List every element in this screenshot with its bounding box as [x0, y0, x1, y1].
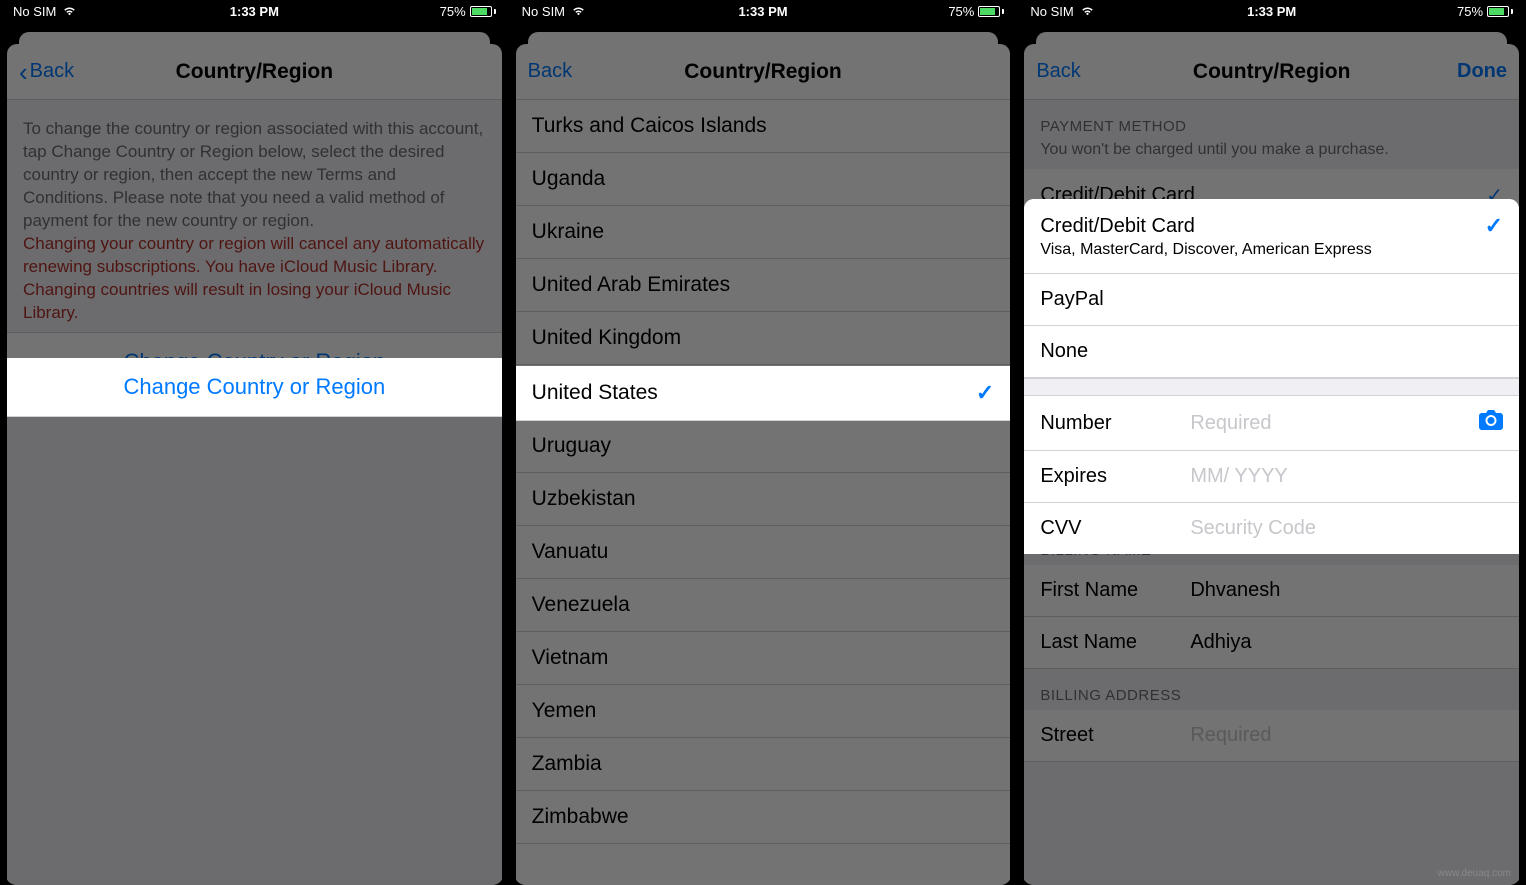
country-name: Uganda	[532, 167, 606, 191]
card-number-field-highlight[interactable]: Number Required	[1024, 396, 1519, 451]
nav-bar: ‹ Back Country/Region	[7, 44, 502, 100]
checkmark-icon: ✓	[976, 380, 994, 406]
payment-note: You won't be charged until you make a pu…	[1024, 141, 1519, 169]
country-list[interactable]: Turks and Caicos Islands Uganda Ukraine Uni…	[516, 100, 1011, 885]
country-row[interactable]: Venezuela	[516, 579, 1011, 632]
first-name-field[interactable]: First Name Dhvanesh	[1024, 565, 1519, 617]
country-name: United Kingdom	[532, 326, 681, 350]
status-time: 1:33 PM	[1022, 4, 1521, 19]
field-placeholder: MM/ YYYY	[1190, 465, 1287, 488]
status-time: 1:33 PM	[514, 4, 1013, 19]
country-row[interactable]: Vanuatu	[516, 526, 1011, 579]
last-name-field[interactable]: Last Name Adhiya	[1024, 617, 1519, 669]
change-country-button-highlight[interactable]: Change Country or Region	[7, 358, 502, 417]
option-label: None	[1040, 340, 1088, 363]
country-row[interactable]: Uganda	[516, 153, 1011, 206]
card-stack-stub	[1036, 32, 1507, 44]
status-bar: No SIM 1:33 PM 75%	[5, 0, 504, 22]
country-name: Vietnam	[532, 646, 609, 670]
country-name: Uruguay	[532, 434, 611, 458]
country-row[interactable]: United Arab Emirates	[516, 259, 1011, 312]
field-label: Number	[1040, 412, 1190, 435]
field-placeholder: Security Code	[1190, 517, 1316, 540]
option-label: Credit/Debit Card	[1040, 215, 1195, 238]
country-row[interactable]: Turks and Caicos Islands	[516, 100, 1011, 153]
country-row[interactable]: United Kingdom	[516, 312, 1011, 365]
country-row[interactable]: Uzbekistan	[516, 473, 1011, 526]
page-title: Country/Region	[7, 60, 502, 84]
card-cvv-field-highlight[interactable]: CVV Security Code	[1024, 503, 1519, 554]
field-value: Dhvanesh	[1190, 579, 1280, 602]
payment-option-credit-highlight[interactable]: Credit/Debit Card ✓ Visa, MasterCard, Di…	[1024, 199, 1519, 274]
payment-method-header: PAYMENT METHOD	[1024, 100, 1519, 141]
country-name: Vanuatu	[532, 540, 609, 564]
country-name: Turks and Caicos Islands	[532, 114, 767, 138]
country-name: Yemen	[532, 699, 597, 723]
country-row[interactable]: Zimbabwe	[516, 791, 1011, 844]
country-name: United States	[532, 381, 658, 405]
billing-address-header: BILLING ADDRESS	[1024, 669, 1519, 710]
explain-body: To change the country or region associat…	[23, 119, 483, 230]
field-label: Street	[1040, 724, 1190, 747]
nav-bar: Back Country/Region Done	[1024, 44, 1519, 100]
option-label: PayPal	[1040, 288, 1103, 311]
country-row[interactable]: Ukraine	[516, 206, 1011, 259]
nav-bar: Back Country/Region	[516, 44, 1011, 100]
country-name: Uzbekistan	[532, 487, 636, 511]
phone-screen-1: No SIM 1:33 PM 75% ‹ Back Country/Region…	[5, 0, 504, 885]
country-name: United Arab Emirates	[532, 273, 730, 297]
field-placeholder: Required	[1190, 412, 1271, 435]
country-name: Zambia	[532, 752, 602, 776]
country-row[interactable]: Zambia	[516, 738, 1011, 791]
payment-option-none-highlight[interactable]: None	[1024, 326, 1519, 378]
street-field[interactable]: Street Required	[1024, 710, 1519, 762]
card-stack-stub	[528, 32, 999, 44]
page-title: Country/Region	[516, 60, 1011, 84]
card-expires-field-highlight[interactable]: Expires MM/ YYYY	[1024, 451, 1519, 503]
status-bar: No SIM 1:33 PM 75%	[514, 0, 1013, 22]
explain-text: To change the country or region associat…	[7, 100, 502, 332]
field-label: First Name	[1040, 579, 1190, 602]
country-row[interactable]: Uruguay	[516, 420, 1011, 473]
payment-option-paypal-highlight[interactable]: PayPal	[1024, 274, 1519, 326]
group-separator	[1024, 378, 1519, 396]
country-name: Ukraine	[532, 220, 604, 244]
card-stack-stub	[19, 32, 490, 44]
status-bar: No SIM 1:33 PM 75%	[1022, 0, 1521, 22]
field-label: CVV	[1040, 517, 1190, 540]
page-title: Country/Region	[1024, 60, 1519, 84]
country-row[interactable]: Vietnam	[516, 632, 1011, 685]
option-subtitle: Visa, MasterCard, Discover, American Exp…	[1040, 241, 1503, 259]
country-name: Venezuela	[532, 593, 630, 617]
country-row-selected[interactable]: United States ✓	[516, 366, 1011, 421]
field-placeholder: Required	[1190, 724, 1271, 747]
watermark: www.deuaq.com	[1438, 868, 1511, 879]
country-row[interactable]: Yemen	[516, 685, 1011, 738]
phone-screen-3: No SIM 1:33 PM 75% Back Country/Region D…	[1022, 0, 1521, 885]
field-label: Last Name	[1040, 631, 1190, 654]
camera-icon[interactable]	[1479, 410, 1503, 436]
status-time: 1:33 PM	[5, 4, 504, 19]
field-label: Expires	[1040, 465, 1190, 488]
phone-screen-2: No SIM 1:33 PM 75% Back Country/Region T…	[514, 0, 1013, 885]
content-area: To change the country or region associat…	[7, 100, 502, 885]
checkmark-icon: ✓	[1485, 213, 1503, 239]
country-name: Zimbabwe	[532, 805, 629, 829]
field-value: Adhiya	[1190, 631, 1251, 654]
explain-warning: Changing your country or region will can…	[23, 234, 484, 322]
